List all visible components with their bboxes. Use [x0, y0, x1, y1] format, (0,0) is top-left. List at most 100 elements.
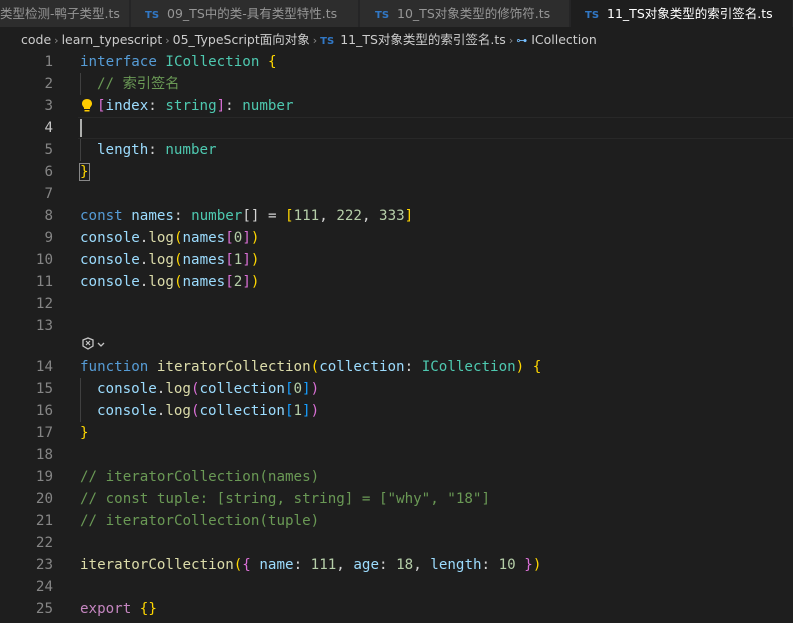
- comma: ,: [336, 557, 354, 573]
- keyword-function: function: [80, 359, 149, 375]
- code-line-20: 20 // const tuple: [string, string] = ["…: [0, 488, 793, 510]
- line-number: 16: [35, 403, 53, 419]
- line-number: 13: [35, 318, 53, 334]
- indent-guide: [80, 73, 81, 95]
- tab-duck-typing[interactable]: 类型检测-鸭子类型.ts: [0, 0, 130, 27]
- brace-close: }: [80, 425, 89, 441]
- function-name: iteratorCollection: [156, 359, 311, 375]
- code-text: interface ICollection {: [80, 51, 276, 73]
- breadcrumb-item-learn-typescript[interactable]: learn_typescript: [62, 32, 163, 47]
- console: console: [97, 381, 157, 397]
- paren-close: ): [310, 381, 320, 397]
- param-collection: collection: [319, 359, 405, 375]
- comma: ,: [319, 208, 337, 224]
- breadcrumb: code › learn_typescript › 05_TypeScript面向对象 ›…: [0, 27, 793, 53]
- code-line-10: 10 console.log(names[1]): [0, 249, 793, 271]
- bracket-close: ]: [242, 274, 251, 290]
- variable-collection: collection: [199, 403, 285, 419]
- code-line-2: 2 // 索引签名: [0, 73, 793, 95]
- console: console: [80, 230, 140, 246]
- colon: :: [379, 557, 397, 573]
- colon: :: [293, 557, 311, 573]
- tab-label: 类型检测-鸭子类型.ts: [0, 6, 120, 21]
- variable-names: names: [182, 230, 226, 246]
- code-line-15: 15 console.log(collection[0]): [0, 378, 793, 400]
- text-cursor: [80, 119, 82, 137]
- array-brackets: []: [242, 208, 260, 224]
- paren-close: ): [250, 252, 260, 268]
- tab-ts-index-signature[interactable]: TS 11_TS对象类型的索引签名.ts: [571, 0, 793, 27]
- colon: :: [148, 142, 166, 158]
- paren-open: (: [173, 230, 183, 246]
- code-line-3: 3 [index: string]: number: [0, 95, 793, 117]
- line-number: 1: [44, 54, 53, 70]
- number-literal: 10: [498, 557, 516, 573]
- bracket-close: ]: [302, 381, 311, 397]
- paren-close: ): [250, 230, 260, 246]
- bracket-close: ]: [302, 403, 311, 419]
- code-text: console.log(names[0]): [80, 227, 259, 249]
- bracket-close: ]: [242, 252, 251, 268]
- breadcrumb-item-symbol[interactable]: ICollection: [531, 32, 597, 47]
- code-line-23: 23 iteratorCollection({ name: 111, age: …: [0, 554, 793, 576]
- line-number: 21: [35, 513, 53, 529]
- paren-close: ): [250, 274, 260, 290]
- breadcrumb-item-code[interactable]: code: [21, 32, 51, 47]
- function-call: iteratorCollection: [80, 557, 234, 573]
- breadcrumb-item-file[interactable]: 11_TS对象类型的索引签名.ts: [340, 32, 506, 47]
- code-text: // iteratorCollection(tuple): [80, 510, 319, 532]
- code-text: console.log(collection[1]): [97, 400, 319, 422]
- colon: :: [225, 98, 243, 114]
- line-number: 3: [44, 98, 53, 114]
- number-literal: 111: [293, 208, 320, 224]
- paren-close: ): [532, 557, 542, 573]
- indent-guide: [80, 378, 81, 400]
- line-number: 9: [44, 230, 53, 246]
- code-line-19: 19 // iteratorCollection(names): [0, 466, 793, 488]
- number-literal: 0: [293, 381, 303, 397]
- code-line-1: 1 interface ICollection {: [0, 51, 793, 73]
- line-number: 6: [44, 164, 53, 180]
- bracket-open: [: [285, 208, 294, 224]
- code-text: length: number: [97, 139, 217, 161]
- codelens-icon[interactable]: [80, 335, 120, 357]
- line-number: 19: [35, 469, 53, 485]
- paren-open: (: [233, 557, 243, 573]
- code-text: export {}: [80, 598, 157, 620]
- equals: =: [259, 208, 286, 224]
- paren-open: (: [190, 381, 200, 397]
- line-number: 14: [35, 359, 53, 375]
- code-text: console.log(names[1]): [80, 249, 259, 271]
- keyword-const: const: [80, 208, 123, 224]
- line-number: 17: [35, 425, 53, 441]
- code-line-18: 18: [0, 444, 793, 466]
- tab-ts-modifiers[interactable]: TS 10_TS对象类型的修饰符.ts: [360, 0, 570, 27]
- indent-guide: [80, 400, 81, 422]
- line-number: 2: [44, 76, 53, 92]
- line-number: 24: [35, 579, 53, 595]
- interface-symbol-icon: ⊶: [516, 34, 528, 47]
- code-line-13: 13: [0, 315, 793, 337]
- code-text: iteratorCollection({ name: 111, age: 18,…: [80, 554, 541, 576]
- code-text: console.log(collection[0]): [97, 378, 319, 400]
- breadcrumb-item-folder[interactable]: 05_TypeScript面向对象: [173, 32, 310, 47]
- tab-ts-class[interactable]: TS 09_TS中的类-具有类型特性.ts: [131, 0, 359, 27]
- variable-collection: collection: [199, 381, 285, 397]
- code-text: }: [79, 161, 90, 183]
- code-line-4: 4: [0, 117, 793, 139]
- bracket-open: {: [267, 54, 277, 70]
- number-literal: 111: [310, 557, 337, 573]
- brace-open: {: [532, 359, 542, 375]
- bracket-open: [: [97, 98, 106, 114]
- line-number: 20: [35, 491, 53, 507]
- code-line-7: 7: [0, 183, 793, 205]
- line-number: 23: [35, 557, 53, 573]
- keyword-interface: interface: [80, 54, 157, 70]
- code-line-25: 25 export {}: [0, 598, 793, 620]
- number-literal: 1: [293, 403, 303, 419]
- typescript-file-icon: TS: [320, 36, 335, 47]
- typescript-file-icon: TS: [585, 10, 600, 21]
